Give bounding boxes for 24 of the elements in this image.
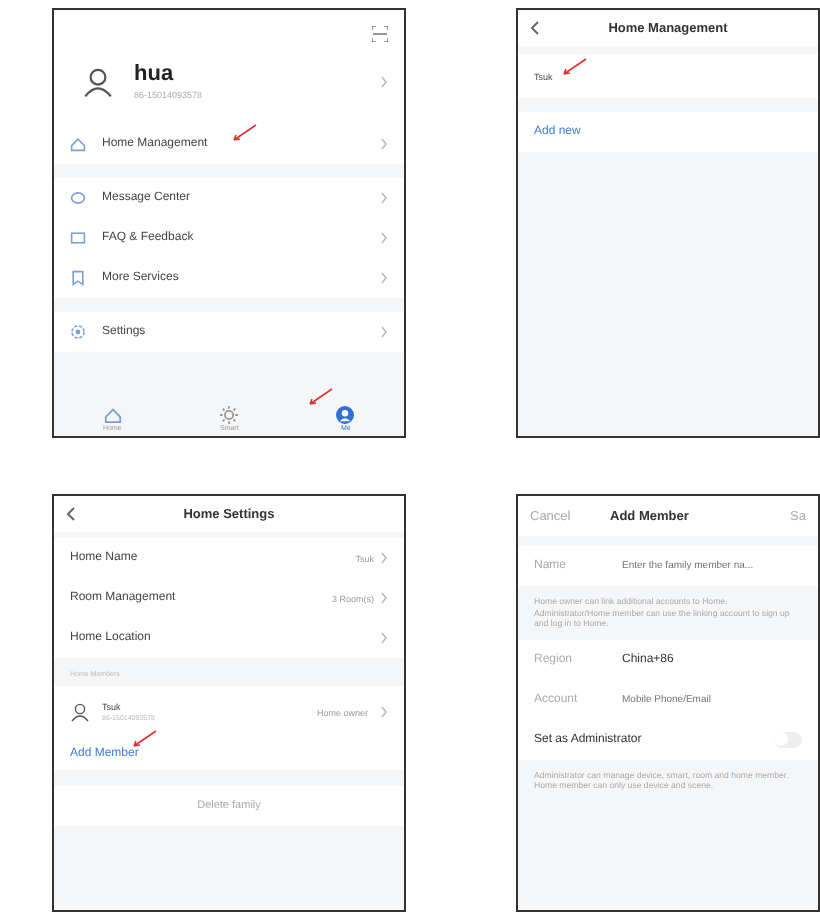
chevron-icon (380, 552, 388, 564)
back-icon[interactable] (66, 506, 76, 522)
house-icon (70, 136, 86, 152)
chevron-icon (380, 138, 388, 150)
back-icon[interactable] (530, 20, 540, 36)
chevron-icon (380, 632, 388, 644)
house-icon (103, 406, 122, 424)
monitor-icon (70, 230, 86, 246)
sun-icon (220, 406, 239, 424)
chevron-icon (380, 272, 388, 284)
chevron-icon (380, 75, 388, 87)
person-icon (82, 65, 114, 97)
person-icon (336, 406, 355, 424)
person-icon (70, 702, 90, 722)
gear-icon (70, 324, 86, 340)
chevron-icon (380, 326, 388, 338)
bookmark-icon (70, 270, 86, 286)
chat-bubble-icon (70, 190, 86, 206)
chevron-icon (380, 232, 388, 244)
user-name: hua (134, 62, 176, 86)
chevron-icon (380, 706, 388, 718)
chevron-icon (380, 592, 388, 604)
chevron-icon (380, 192, 388, 204)
scan-icon[interactable] (372, 26, 388, 42)
